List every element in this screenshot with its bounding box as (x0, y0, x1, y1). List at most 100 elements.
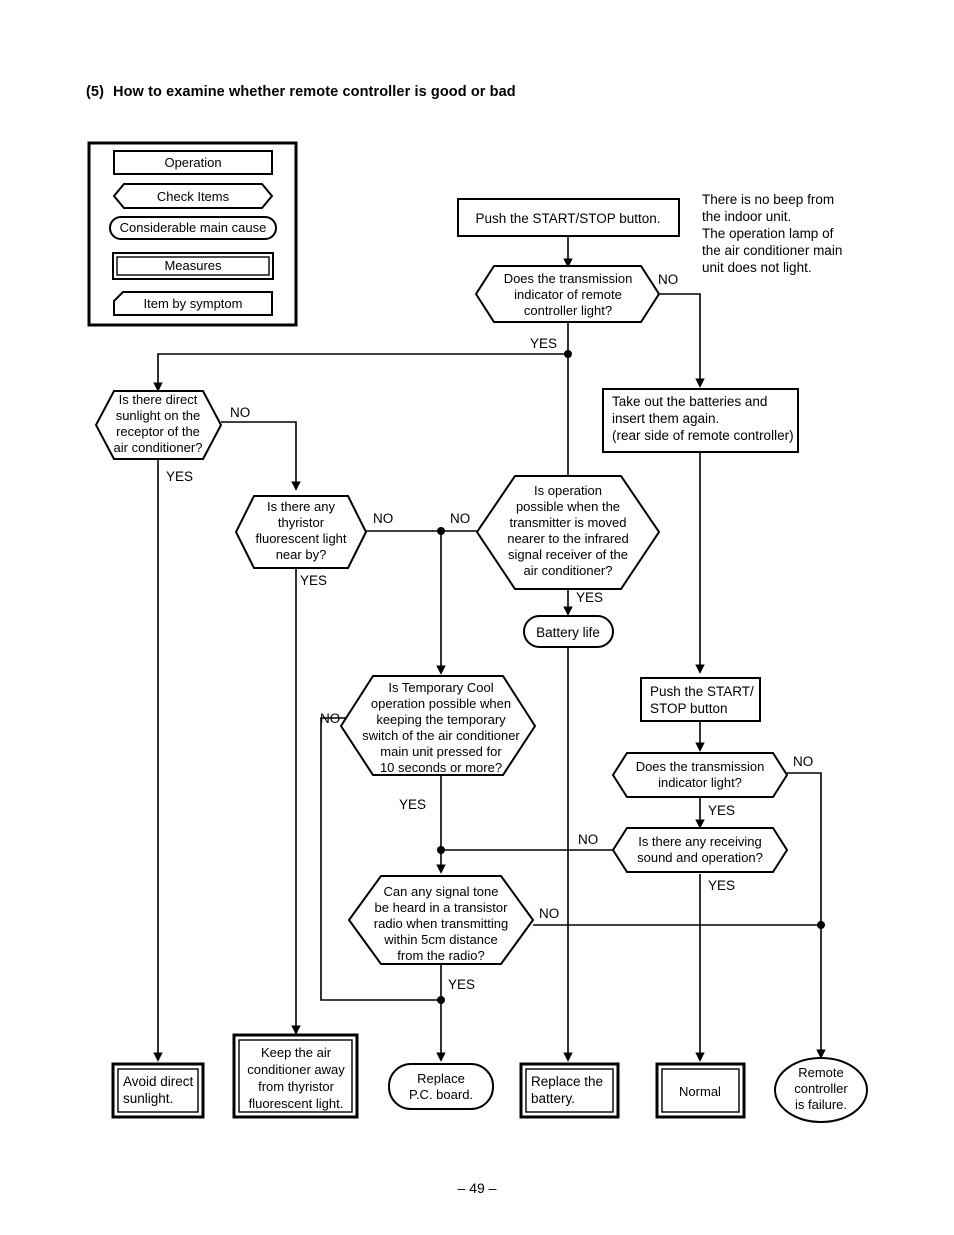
node-signal-tone-radio-line-2: be heard in a transistor (375, 900, 509, 915)
edge-label-no-8: NO (539, 906, 559, 921)
node-remote-controller-failure: Remote controller is failure. (774, 1057, 868, 1123)
node-thyristor-light-line-2: thyristor (278, 515, 325, 530)
document-page: (5) How to examine whether remote control… (0, 0, 954, 1235)
node-direct-sunlight-line-3: receptor of the (116, 424, 200, 439)
edge-label-yes-1: YES (530, 336, 557, 351)
edge-label-no-2: NO (230, 405, 250, 420)
legend-label-measures: Measures (164, 258, 222, 273)
node-direct-sunlight-line-2: sunlight on the (116, 408, 201, 423)
edge-label-no-4: NO (450, 511, 470, 526)
node-replace-pc-board-line-2: P.C. board. (409, 1087, 473, 1102)
legend-item-item-by-symptom: Item by symptom (113, 291, 273, 316)
node-replace-battery-line-1: Replace the (531, 1074, 603, 1089)
edge-label-yes-7: YES (708, 878, 735, 893)
node-take-out-batteries-line-3: (rear side of remote controller) (612, 428, 794, 443)
node-keep-away-thyristor-line-3: from thyristor (258, 1079, 335, 1094)
node-replace-battery-line-2: battery. (531, 1091, 575, 1106)
legend-item-measures: Measures (112, 252, 274, 280)
node-operation-possible-nearer-line-2: possible when the (516, 499, 620, 514)
node-operation-possible-nearer-line-1: Is operation (534, 483, 602, 498)
node-take-out-batteries-line-1: Take out the batteries and (612, 394, 767, 409)
edge-label-yes-4: YES (576, 590, 603, 605)
node-signal-tone-radio: Can any signal tone be heard in a transi… (347, 875, 535, 965)
edge-label-no-6: NO (793, 754, 813, 769)
node-transmission-indicator-light: Does the transmission indicator light? (611, 752, 789, 798)
flowchart-canvas: Operation Check Items Considerable main … (87, 141, 868, 1123)
page-number: – 49 – (457, 1180, 497, 1196)
edge-label-yes-6: YES (708, 803, 735, 818)
node-keep-away-thyristor-line-2: conditioner away (247, 1062, 345, 1077)
node-temporary-cool-line-3: keeping the temporary (376, 712, 506, 727)
node-direct-sunlight-line-4: air conditioner? (114, 440, 203, 455)
node-temporary-cool: Is Temporary Cool operation possible whe… (339, 675, 537, 776)
node-push-start-stop-2: Push the START/ STOP button (640, 677, 761, 722)
node-transmission-indicator-light-line-2: indicator light? (658, 775, 742, 790)
node-avoid-direct-sunlight-line-2: sunlight. (123, 1091, 173, 1106)
legend-label-operation: Operation (164, 155, 221, 170)
note-line-2: the indoor unit. (702, 209, 791, 224)
node-thyristor-light-line-1: Is there any (267, 499, 335, 514)
legend-item-operation: Operation (113, 150, 273, 175)
node-operation-possible-nearer: Is operation possible when the transmitt… (475, 475, 661, 590)
node-avoid-direct-sunlight-line-1: Avoid direct (123, 1074, 194, 1089)
legend-box: Operation Check Items Considerable main … (87, 141, 298, 327)
node-signal-tone-radio-line-3: radio when transmitting (374, 916, 508, 931)
node-push-start-stop-2-line-2: STOP button (650, 701, 728, 716)
node-thyristor-light: Is there any thyristor fluorescent light… (234, 495, 368, 569)
node-temporary-cool-line-6: 10 seconds or more? (380, 760, 502, 775)
node-transmission-indicator-light-line-1: Does the transmission (636, 759, 765, 774)
node-transmission-indicator-remote-line-2: indicator of remote (514, 287, 622, 302)
edge-label-no-1: NO (658, 272, 678, 287)
node-take-out-batteries-line-2: insert them again. (612, 411, 719, 426)
edge-label-yes-3: YES (300, 573, 327, 588)
node-temporary-cool-line-1: Is Temporary Cool (388, 680, 493, 695)
node-thyristor-light-line-3: fluorescent light (255, 531, 346, 546)
note-line-1: There is no beep from (702, 192, 834, 207)
edge-label-yes-2: YES (166, 469, 193, 484)
node-temporary-cool-line-4: switch of the air conditioner (362, 728, 520, 743)
node-receiving-sound-line-2: sound and operation? (637, 850, 763, 865)
node-direct-sunlight: Is there direct sunlight on the receptor… (94, 390, 223, 460)
node-replace-battery: Replace the battery. (519, 1062, 620, 1119)
node-transmission-indicator-remote: Does the transmission indicator of remot… (474, 265, 661, 323)
node-battery-life: Battery life (523, 615, 614, 648)
node-remote-controller-failure-line-2: controller (794, 1081, 848, 1096)
node-operation-possible-nearer-line-4: nearer to the infrared (507, 531, 628, 546)
legend-item-check-items: Check Items (112, 183, 274, 209)
node-transmission-indicator-remote-line-1: Does the transmission (504, 271, 633, 286)
legend-label-item-by-symptom: Item by symptom (144, 296, 243, 311)
node-keep-away-thyristor-line-1: Keep the air (261, 1045, 332, 1060)
node-keep-away-thyristor: Keep the air conditioner away from thyri… (232, 1033, 359, 1119)
node-signal-tone-radio-line-5: from the radio? (397, 948, 484, 963)
node-temporary-cool-line-2: operation possible when (371, 696, 511, 711)
edge-label-no-7: NO (578, 832, 598, 847)
node-temporary-cool-line-5: main unit pressed for (380, 744, 502, 759)
node-keep-away-thyristor-line-4: fluorescent light. (249, 1096, 344, 1111)
node-direct-sunlight-line-1: Is there direct (119, 392, 198, 407)
node-replace-pc-board: Replace P.C. board. (388, 1063, 494, 1110)
side-note: There is no beep from the indoor unit. T… (702, 192, 842, 275)
node-remote-controller-failure-line-1: Remote (798, 1065, 844, 1080)
node-normal-line-1: Normal (679, 1084, 721, 1099)
node-receiving-sound-line-1: Is there any receiving (638, 834, 762, 849)
legend-item-considerable-main-cause: Considerable main cause (109, 216, 277, 240)
node-remote-controller-failure-line-3: is failure. (795, 1097, 847, 1112)
edge-label-no-5: NO (320, 711, 340, 726)
note-line-4: the air conditioner main (702, 243, 842, 258)
node-operation-possible-nearer-line-6: air conditioner? (524, 563, 613, 578)
node-push-start-stop-2-line-1: Push the START/ (650, 684, 754, 699)
node-replace-pc-board-line-1: Replace (417, 1071, 465, 1086)
node-signal-tone-radio-line-1: Can any signal tone (384, 884, 499, 899)
node-push-start-stop-1-line-1: Push the START/STOP button. (475, 211, 660, 226)
edge-label-yes-5: YES (399, 797, 426, 812)
note-line-5: unit does not light. (702, 260, 812, 275)
node-battery-life-line-1: Battery life (536, 625, 600, 640)
node-push-start-stop-1: Push the START/STOP button. (457, 198, 680, 237)
legend-label-check-items: Check Items (157, 189, 230, 204)
node-thyristor-light-line-4: near by? (276, 547, 327, 562)
note-line-3: The operation lamp of (702, 226, 834, 241)
node-avoid-direct-sunlight: Avoid direct sunlight. (111, 1062, 205, 1119)
node-transmission-indicator-remote-line-3: controller light? (524, 303, 612, 318)
node-operation-possible-nearer-line-3: transmitter is moved (509, 515, 626, 530)
node-take-out-batteries: Take out the batteries and insert them a… (602, 388, 799, 453)
